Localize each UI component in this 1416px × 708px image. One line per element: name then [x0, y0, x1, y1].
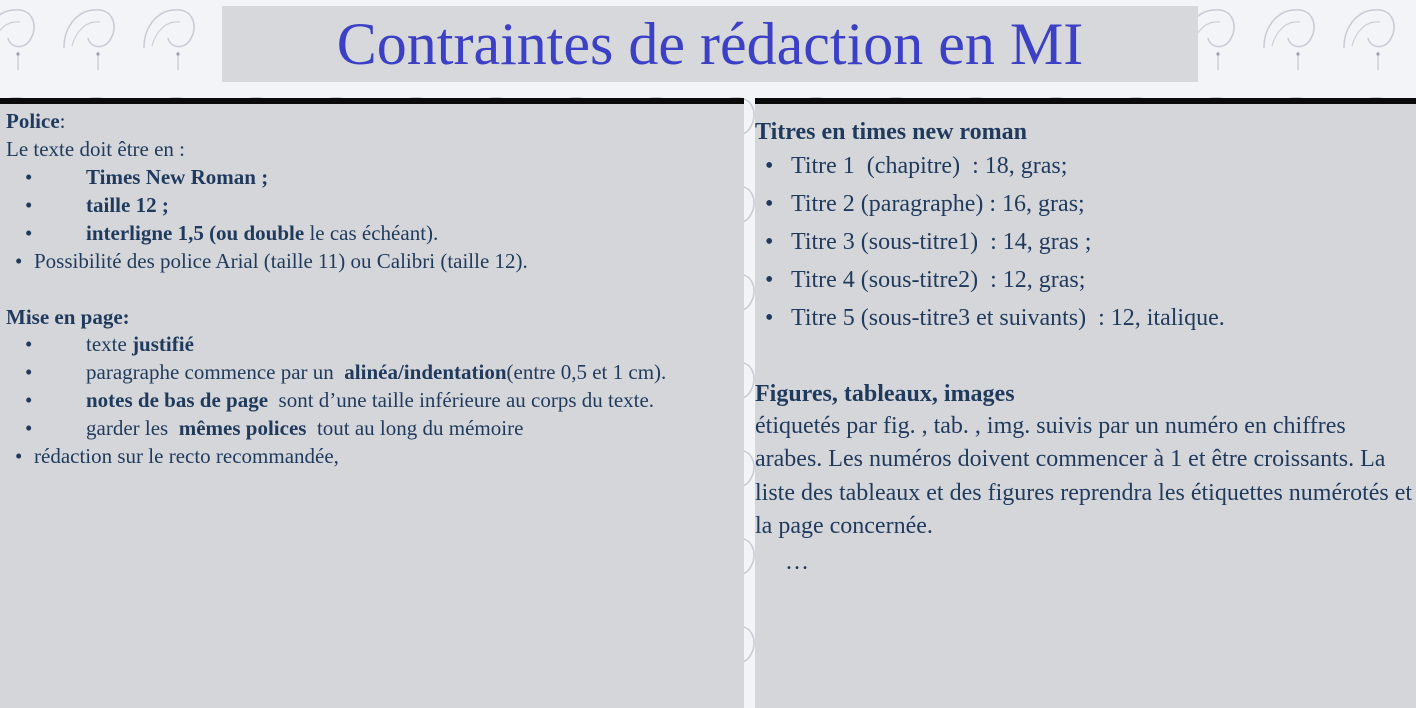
- bullet-icon: •: [25, 192, 33, 217]
- list-item: • garder les mêmes polices tout au long d…: [6, 415, 740, 443]
- list-item: • Titre 3 (sous-titre1) : 14, gras ;: [755, 224, 1416, 262]
- bullet-icon: •: [15, 444, 23, 469]
- bullet-icon: •: [765, 267, 774, 294]
- right-panel: Titres en times new roman • Titre 1 (chap…: [755, 98, 1416, 708]
- list-item-bold: justifié: [132, 332, 194, 357]
- bullet-icon: •: [25, 416, 33, 441]
- bullet-icon: •: [25, 164, 33, 189]
- list-item: • Titre 4 (sous-titre2) : 12, gras;: [755, 262, 1416, 300]
- list-item-text: Possibilité des police Arial (taille 11)…: [34, 248, 528, 273]
- list-item-text: (entre 0,5 et 1 cm).: [506, 360, 667, 385]
- police-heading-line: Police:: [6, 108, 740, 136]
- list-item-text: Titre 3 (sous-titre1) : 14, gras ;: [791, 229, 1092, 256]
- list-item-text: Titre 1 (chapitre) : 18, gras;: [791, 153, 1068, 180]
- list-item: • notes de bas de page sont d’une taille …: [6, 387, 740, 415]
- bullet-icon: •: [15, 248, 23, 273]
- figures-heading: Figures, tableaux, images: [755, 380, 1015, 407]
- list-item-text: Titre 5 (sous-titre3 et suivants) : 12, …: [791, 305, 1225, 332]
- list-item-text: sont d’une taille inférieure au corps du…: [268, 388, 655, 413]
- list-item-bold: mêmes polices: [178, 416, 307, 441]
- bullet-icon: •: [765, 191, 774, 218]
- list-item-text: garder les: [86, 416, 179, 441]
- police-heading-suffix: :: [59, 109, 66, 133]
- list-item: • texte justifié: [6, 331, 740, 359]
- bullet-icon: •: [25, 332, 33, 357]
- mise-heading-line: Mise en page:: [6, 304, 740, 332]
- list-item-text: tout au long du mémoire: [306, 416, 524, 441]
- list-item-text: texte: [86, 332, 133, 357]
- ellipsis-text: …: [785, 548, 809, 575]
- left-content: Police: Le texte doit être en : • Times N…: [6, 108, 740, 471]
- police-intro: Le texte doit être en :: [6, 136, 186, 161]
- list-item-text: rédaction sur le recto recommandée,: [34, 444, 339, 469]
- page-title: Contraintes de rédaction en MI: [336, 11, 1084, 77]
- bullet-icon: •: [765, 153, 774, 180]
- mise-heading: Mise en page:: [6, 304, 130, 329]
- left-panel: Police: Le texte doit être en : • Times N…: [0, 98, 744, 708]
- titres-heading: Titres en times new roman: [755, 119, 1027, 145]
- list-item-bold: interligne 1,5 (ou double: [86, 220, 305, 245]
- bullet-icon: •: [25, 388, 33, 413]
- list-item-text: paragraphe commence par un: [86, 360, 345, 385]
- list-item: • paragraphe commence par un alinéa/inden…: [6, 359, 740, 387]
- list-item: • rédaction sur le recto recommandée,: [6, 443, 740, 471]
- list-item: • taille 12 ;: [6, 192, 740, 220]
- list-item: • Times New Roman ;: [6, 164, 740, 192]
- list-item: • Titre 1 (chapitre) : 18, gras;: [755, 148, 1416, 186]
- list-item: • interligne 1,5 (ou double le cas échéan…: [6, 220, 740, 248]
- police-heading: Police: [6, 109, 60, 133]
- list-item-bold: alinéa/indentation: [344, 360, 507, 385]
- list-item-text: le cas échéant).: [304, 220, 439, 245]
- bullet-icon: •: [25, 220, 33, 245]
- list-item-bold: notes de bas de page: [86, 388, 269, 413]
- right-content: Titres en times new roman • Titre 1 (chap…: [755, 116, 1416, 576]
- list-item-bold: Times New Roman ;: [86, 164, 269, 189]
- list-item-text: Titre 2 (paragraphe) : 16, gras;: [791, 191, 1085, 218]
- bullet-icon: •: [765, 229, 774, 256]
- title-banner: Contraintes de rédaction en MI: [222, 6, 1198, 82]
- bullet-icon: •: [765, 305, 774, 332]
- list-item: • Titre 2 (paragraphe) : 16, gras;: [755, 186, 1416, 224]
- figures-paragraph: étiquetés par fig. , tab. , img. suivis …: [755, 413, 1413, 539]
- list-item-text: Titre 4 (sous-titre2) : 12, gras;: [791, 267, 1086, 294]
- list-item: • Titre 5 (sous-titre3 et suivants) : 12,…: [755, 300, 1416, 338]
- list-item-bold: taille 12 ;: [86, 192, 169, 217]
- list-item: • Possibilité des police Arial (taille 11…: [6, 248, 740, 276]
